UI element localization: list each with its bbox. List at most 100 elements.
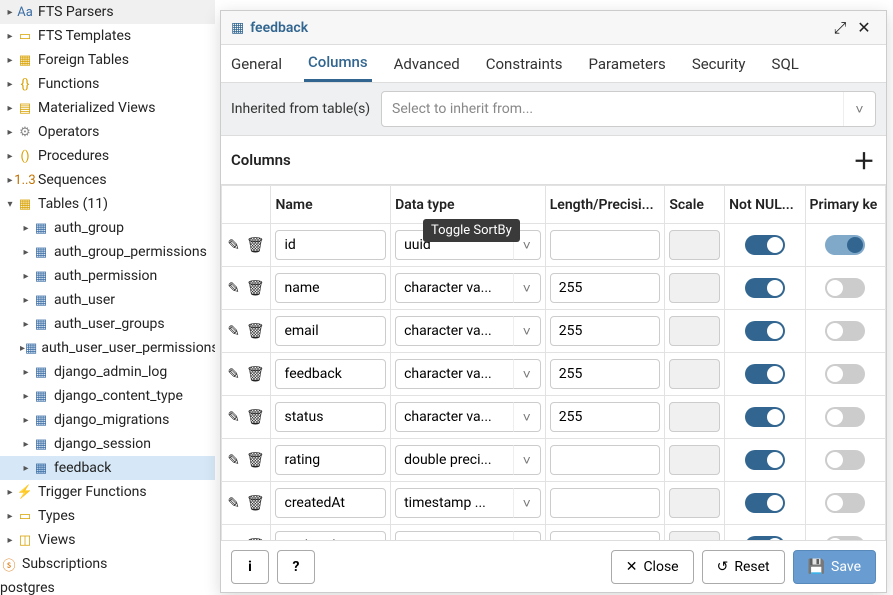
save-button[interactable]: 💾Save <box>793 550 876 584</box>
reset-button[interactable]: ↺Reset <box>702 550 785 584</box>
tree-node-table[interactable]: ▸ ▦ auth_user_groups <box>0 312 215 336</box>
chevron-down-icon[interactable]: ˅ <box>513 531 541 540</box>
column-header[interactable]: Data type <box>391 186 546 224</box>
column-header[interactable]: Scale <box>665 186 725 224</box>
column-length-input[interactable] <box>550 273 661 303</box>
tree-node[interactable]: ▸ {} Functions <box>0 72 215 96</box>
column-header[interactable]: Length/Precisi... <box>545 186 665 224</box>
tree-node-subscriptions[interactable]: ⓢ Subscriptions <box>0 552 215 576</box>
column-length-input[interactable] <box>550 316 661 346</box>
edit-icon[interactable]: ✎ <box>227 408 240 426</box>
column-type-input[interactable] <box>395 531 513 540</box>
chevron-down-icon[interactable]: ˅ <box>513 488 541 518</box>
tree-node-tables[interactable]: ▾ ▦ Tables (11) <box>0 192 215 216</box>
column-header[interactable]: Primary ke <box>805 186 885 224</box>
column-name-input[interactable] <box>275 230 386 260</box>
tree-node[interactable]: ▸ ▤ Materialized Views <box>0 96 215 120</box>
delete-icon[interactable]: 🗑 <box>246 451 265 469</box>
primary-key-toggle[interactable] <box>825 493 865 513</box>
delete-icon[interactable]: 🗑 <box>246 279 265 297</box>
tree-node[interactable]: ▸ ▦ Foreign Tables <box>0 48 215 72</box>
tree-node[interactable]: ▸ 1..3 Sequences <box>0 168 215 192</box>
tab-sql[interactable]: SQL <box>768 45 803 82</box>
not-null-toggle[interactable] <box>745 450 785 470</box>
column-type-input[interactable] <box>395 359 513 389</box>
tab-columns[interactable]: Columns <box>304 45 372 82</box>
column-type-input[interactable] <box>395 316 513 346</box>
not-null-toggle[interactable] <box>745 321 785 341</box>
tree-node-table[interactable]: ▸ ▦ auth_group_permissions <box>0 240 215 264</box>
primary-key-toggle[interactable] <box>825 235 865 255</box>
tree-node-table[interactable]: ▸ ▦ django_migrations <box>0 408 215 432</box>
delete-icon[interactable]: 🗑 <box>246 494 265 512</box>
tab-constraints[interactable]: Constraints <box>482 45 567 82</box>
tab-parameters[interactable]: Parameters <box>585 45 670 82</box>
primary-key-toggle[interactable] <box>825 364 865 384</box>
delete-icon[interactable]: 🗑 <box>246 365 265 383</box>
tree-node-database[interactable]: postgres <box>0 576 215 595</box>
column-length-input[interactable] <box>550 230 661 260</box>
chevron-down-icon[interactable]: ˅ <box>513 445 541 475</box>
primary-key-toggle[interactable] <box>825 407 865 427</box>
column-type-input[interactable] <box>395 488 513 518</box>
tree-node-table[interactable]: ▸ ▦ django_admin_log <box>0 360 215 384</box>
tab-advanced[interactable]: Advanced <box>390 45 464 82</box>
column-name-input[interactable] <box>275 531 386 540</box>
column-name-input[interactable] <box>275 445 386 475</box>
tree-node-table[interactable]: ▸ ▦ auth_user_user_permissions <box>0 336 215 360</box>
tree-node-table[interactable]: ▸ ▦ django_session <box>0 432 215 456</box>
column-length-input[interactable] <box>550 488 661 518</box>
delete-icon[interactable]: 🗑 <box>246 408 265 426</box>
edit-icon[interactable]: ✎ <box>227 236 240 254</box>
not-null-toggle[interactable] <box>745 536 785 540</box>
tree-node-table[interactable]: ▸ ▦ django_content_type <box>0 384 215 408</box>
help-button[interactable]: ? <box>277 550 315 584</box>
column-name-input[interactable] <box>275 402 386 432</box>
column-length-input[interactable] <box>550 359 661 389</box>
tree-node-table[interactable]: ▸ ▦ auth_permission <box>0 264 215 288</box>
info-button[interactable]: i <box>231 550 269 584</box>
column-header[interactable]: Name <box>271 186 391 224</box>
edit-icon[interactable]: ✎ <box>227 365 240 383</box>
tree-node-table[interactable]: ▸ ▦ auth_group <box>0 216 215 240</box>
chevron-down-icon[interactable]: ˅ <box>513 316 541 346</box>
edit-icon[interactable]: ✎ <box>227 451 240 469</box>
delete-icon[interactable]: 🗑 <box>246 537 265 540</box>
expand-icon[interactable]: ⤢ <box>828 18 852 38</box>
not-null-toggle[interactable] <box>745 278 785 298</box>
tree-node[interactable]: ▸ () Procedures <box>0 144 215 168</box>
edit-icon[interactable]: ✎ <box>227 537 240 540</box>
column-name-input[interactable] <box>275 316 386 346</box>
tree-node[interactable]: ▸ ◫ Views <box>0 528 215 552</box>
not-null-toggle[interactable] <box>745 407 785 427</box>
columns-grid[interactable]: NameData typeLength/Precisi...ScaleNot N… <box>221 184 886 540</box>
tree-node[interactable]: ▸ ▭ FTS Templates <box>0 24 215 48</box>
tree-node[interactable]: ▸ ⚙ Operators <box>0 120 215 144</box>
column-length-input[interactable] <box>550 531 661 540</box>
tree-node[interactable]: ▸ Aa FTS Parsers <box>0 0 215 24</box>
column-type-input[interactable] <box>395 402 513 432</box>
column-length-input[interactable] <box>550 402 661 432</box>
column-length-input[interactable] <box>550 445 661 475</box>
tree-node[interactable]: ▸ ⚡ Trigger Functions <box>0 480 215 504</box>
chevron-down-icon[interactable]: ˅ <box>513 273 541 303</box>
column-header[interactable] <box>222 186 271 224</box>
delete-icon[interactable]: 🗑 <box>246 236 265 254</box>
column-name-input[interactable] <box>275 488 386 518</box>
close-icon[interactable]: ✕ <box>852 18 876 37</box>
not-null-toggle[interactable] <box>745 493 785 513</box>
primary-key-toggle[interactable] <box>825 450 865 470</box>
edit-icon[interactable]: ✎ <box>227 279 240 297</box>
inherit-select[interactable]: Select to inherit from... ˅ <box>381 91 876 127</box>
delete-icon[interactable]: 🗑 <box>246 322 265 340</box>
column-name-input[interactable] <box>275 273 386 303</box>
primary-key-toggle[interactable] <box>825 278 865 298</box>
edit-icon[interactable]: ✎ <box>227 322 240 340</box>
tab-general[interactable]: General <box>227 45 286 82</box>
primary-key-toggle[interactable] <box>825 321 865 341</box>
not-null-toggle[interactable] <box>745 235 785 255</box>
tree-node-table[interactable]: ▸ ▦ auth_user <box>0 288 215 312</box>
primary-key-toggle[interactable] <box>825 536 865 540</box>
close-button[interactable]: ✕Close <box>611 550 694 584</box>
tree-node-table[interactable]: ▸ ▦ feedback <box>0 456 215 480</box>
